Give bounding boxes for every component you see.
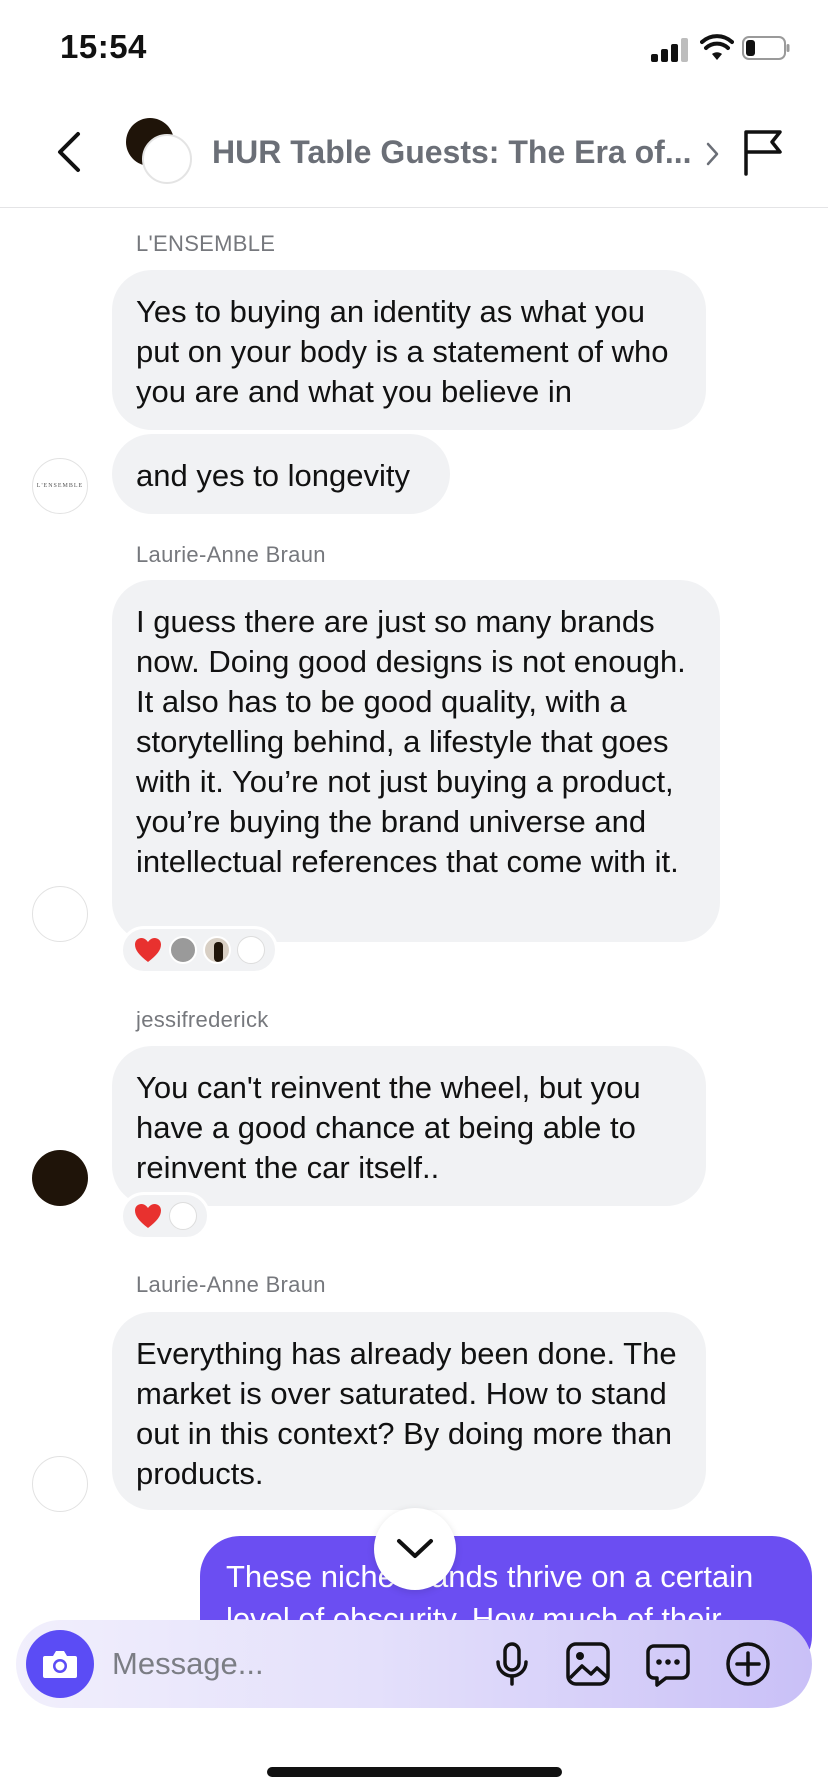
sticker-icon[interactable] — [644, 1640, 692, 1688]
reactions-bar[interactable] — [120, 926, 278, 974]
sender-avatar[interactable]: L'ENSEMBLE — [32, 458, 88, 514]
message-bubble[interactable]: Yes to buying an identity as what you pu… — [112, 270, 706, 430]
heart-reaction-icon — [135, 938, 161, 962]
sender-avatar[interactable] — [32, 886, 88, 942]
header-divider — [0, 207, 828, 208]
battery-icon — [742, 36, 790, 60]
reactor-avatar — [169, 1202, 197, 1230]
cellular-signal-icon — [651, 38, 691, 62]
reactor-avatar — [237, 936, 265, 964]
sender-name: Laurie-Anne Braun — [136, 542, 326, 567]
wifi-icon — [700, 34, 734, 60]
chevron-down-icon — [397, 1539, 433, 1558]
sender-avatar[interactable] — [32, 1150, 88, 1206]
home-indicator — [267, 1767, 562, 1777]
heart-reaction-icon — [135, 1204, 161, 1228]
sender-name: jessifrederick — [136, 1007, 269, 1032]
reactor-avatar — [203, 936, 231, 964]
status-time: 15:54 — [60, 28, 147, 65]
avatar-logo-text: L'ENSEMBLE — [36, 483, 84, 489]
reactions-bar[interactable] — [120, 1192, 210, 1240]
chevron-right-icon[interactable] — [702, 140, 722, 168]
sender-name: Laurie-Anne Braun — [136, 1272, 326, 1297]
microphone-icon[interactable] — [488, 1640, 536, 1688]
reactor-avatar — [169, 936, 197, 964]
message-bubble[interactable]: and yes to longevity — [112, 434, 450, 514]
plus-icon[interactable] — [724, 1640, 772, 1688]
message-input[interactable] — [112, 1642, 472, 1686]
group-avatar[interactable] — [126, 118, 194, 186]
back-button[interactable] — [50, 128, 90, 176]
sender-name: L'ENSEMBLE — [136, 231, 276, 256]
flag-icon[interactable] — [740, 128, 786, 176]
camera-icon — [43, 1651, 77, 1678]
message-bubble[interactable]: You can't reinvent the wheel, but you ha… — [112, 1046, 706, 1206]
message-bubble[interactable]: I guess there are just so many brands no… — [112, 580, 720, 942]
gallery-icon[interactable] — [564, 1640, 612, 1688]
chat-title[interactable]: HUR Table Guests: The Era of... — [212, 134, 702, 171]
message-bubble[interactable]: Everything has already been done. The ma… — [112, 1312, 706, 1510]
camera-button[interactable] — [26, 1630, 94, 1698]
sender-avatar[interactable] — [32, 1456, 88, 1512]
scroll-to-bottom-button[interactable] — [374, 1508, 456, 1590]
